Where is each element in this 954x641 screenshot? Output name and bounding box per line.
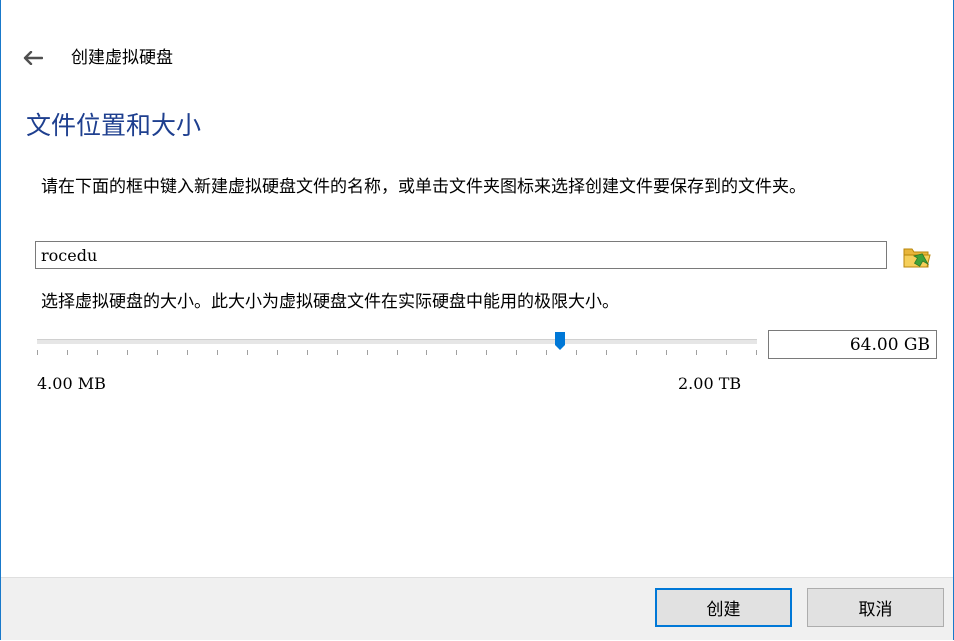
slider-max-label: 2.00 TB xyxy=(678,374,742,393)
back-arrow-glyph xyxy=(23,51,43,65)
slider-tick xyxy=(367,350,368,355)
file-name-input[interactable] xyxy=(35,241,887,269)
slider-tick xyxy=(666,350,667,355)
slider-tick xyxy=(307,350,308,355)
slider-track xyxy=(37,339,757,344)
folder-glyph xyxy=(903,248,931,268)
slider-tick xyxy=(217,350,218,355)
dialog-header: 创建虚拟硬盘 xyxy=(1,38,953,78)
size-slider[interactable] xyxy=(37,328,757,358)
file-location-description: 请在下面的框中键入新建虚拟硬盘文件的名称，或单击文件夹图标来选择创建文件要保存到… xyxy=(41,177,806,197)
slider-tick xyxy=(696,350,697,355)
slider-tick xyxy=(636,350,637,355)
cancel-button[interactable]: 取消 xyxy=(807,588,944,627)
slider-thumb[interactable] xyxy=(554,331,566,351)
slider-tick xyxy=(67,350,68,355)
dialog-title: 创建虚拟硬盘 xyxy=(71,48,173,68)
create-button[interactable]: 创建 xyxy=(655,588,792,627)
slider-tick xyxy=(516,350,517,355)
slider-tick xyxy=(426,350,427,355)
size-value-input[interactable] xyxy=(768,330,937,359)
slider-tick xyxy=(127,350,128,355)
size-description: 选择虚拟硬盘的大小。此大小为虚拟硬盘文件在实际硬盘中能用的极限大小。 xyxy=(41,292,619,312)
slider-tick xyxy=(486,350,487,355)
slider-tick xyxy=(726,350,727,355)
slider-tick xyxy=(606,350,607,355)
slider-tick xyxy=(337,350,338,355)
slider-min-label: 4.00 MB xyxy=(37,374,106,393)
dialog-window: 创建虚拟硬盘 文件位置和大小 请在下面的框中键入新建虚拟硬盘文件的名称，或单击文… xyxy=(0,0,954,640)
page-title: 文件位置和大小 xyxy=(26,111,202,140)
slider-tick xyxy=(546,350,547,355)
slider-tick xyxy=(397,350,398,355)
slider-tick xyxy=(157,350,158,355)
slider-tick xyxy=(576,350,577,355)
slider-tick xyxy=(456,350,457,355)
slider-tick xyxy=(247,350,248,355)
slider-tick xyxy=(187,350,188,355)
slider-tick xyxy=(97,350,98,355)
back-arrow-icon[interactable] xyxy=(20,38,46,78)
folder-icon[interactable] xyxy=(902,243,932,271)
slider-tick xyxy=(756,350,757,355)
slider-tick xyxy=(37,350,38,355)
slider-tick xyxy=(277,350,278,355)
dialog-footer: 创建 取消 xyxy=(1,577,953,640)
